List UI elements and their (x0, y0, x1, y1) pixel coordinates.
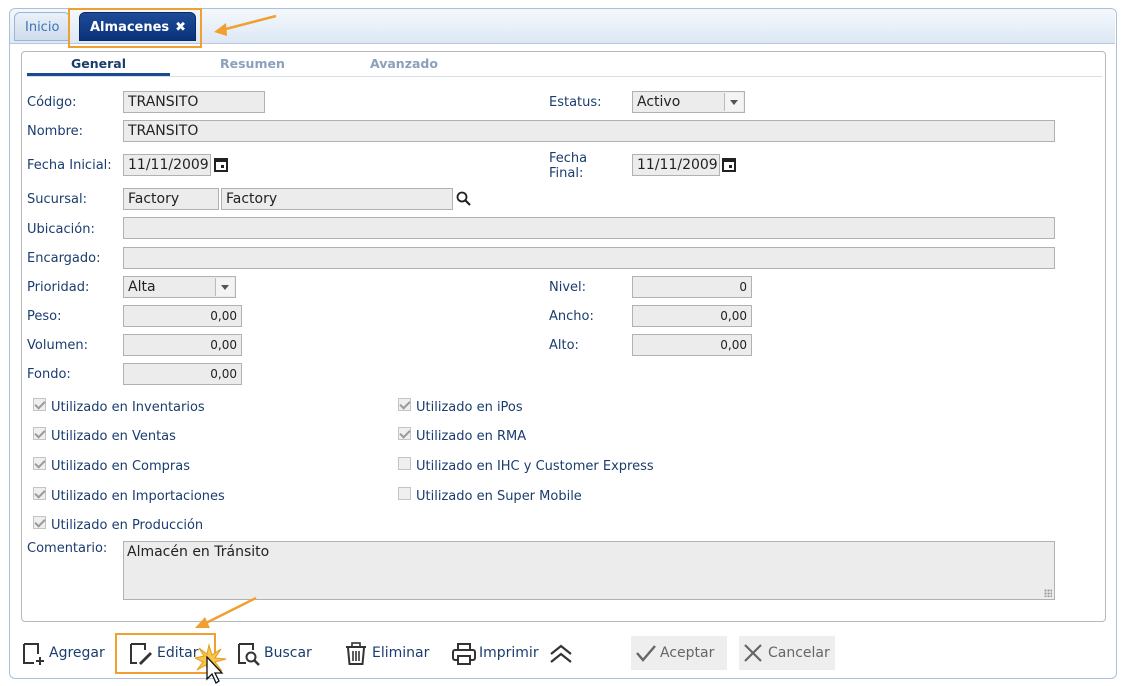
checkbox-ipos-label: Utilizado en iPos (416, 400, 523, 415)
subtab-avanzado[interactable]: Avanzado (370, 56, 438, 71)
search-icon[interactable] (456, 191, 472, 207)
agregar-label: Agregar (49, 645, 105, 661)
fecha-inicial-label: Fecha Inicial: (27, 158, 112, 173)
ubicacion-label: Ubicación: (27, 222, 95, 237)
checkbox-rma-label: Utilizado en RMA (416, 429, 527, 444)
checkbox-ventas-label: Utilizado en Ventas (51, 429, 176, 444)
fecha-final-label-line2: Final: (549, 166, 584, 181)
aceptar-label: Aceptar (660, 645, 715, 661)
fondo-label: Fondo: (27, 367, 71, 382)
subtab-general[interactable]: General (71, 56, 126, 71)
trash-icon (346, 642, 366, 665)
eliminar-label: Eliminar (372, 645, 430, 661)
nombre-field[interactable]: TRANSITO (123, 120, 1055, 142)
peso-field[interactable]: 0,00 (123, 305, 242, 327)
sucursal-label: Sucursal: (27, 192, 87, 207)
double-chevron-up-icon[interactable] (549, 643, 573, 665)
imprimir-label: Imprimir (479, 645, 539, 661)
checkbox-compras-label: Utilizado en Compras (51, 459, 190, 474)
printer-icon (452, 643, 476, 665)
checkbox-super-mobile[interactable] (398, 487, 411, 500)
imprimir-button[interactable]: Imprimir (452, 636, 542, 670)
subtab-resumen[interactable]: Resumen (220, 56, 285, 71)
encargado-field[interactable] (123, 247, 1055, 269)
checkbox-ihc[interactable] (398, 457, 411, 470)
checkbox-ventas[interactable] (33, 427, 46, 440)
aceptar-button[interactable]: Aceptar (631, 636, 727, 670)
checkbox-importaciones-label: Utilizado en Importaciones (51, 489, 225, 504)
fecha-final-label-line1: Fecha (549, 151, 588, 166)
estatus-value: Activo (637, 94, 681, 110)
subtab-active-indicator (27, 73, 170, 76)
tab-inicio-label: Inicio (25, 20, 60, 35)
fondo-field[interactable]: 0,00 (123, 363, 242, 385)
checkbox-produccion[interactable] (33, 516, 46, 529)
nivel-label: Nivel: (549, 280, 587, 295)
cancelar-label: Cancelar (768, 645, 830, 661)
calendar-icon[interactable] (214, 157, 228, 172)
checkbox-inventarios[interactable] (33, 398, 46, 411)
add-document-icon (23, 643, 44, 665)
chevron-down-icon[interactable] (724, 93, 743, 111)
nombre-label: Nombre: (27, 124, 84, 139)
checkbox-rma[interactable] (398, 427, 411, 440)
agregar-button[interactable]: Agregar (22, 636, 108, 670)
volumen-label: Volumen: (27, 338, 88, 353)
estatus-label: Estatus: (549, 95, 602, 110)
checkbox-ihc-label: Utilizado en IHC y Customer Express (416, 459, 654, 474)
comentario-textarea[interactable]: Almacén en Tránsito (123, 541, 1055, 600)
encargado-label: Encargado: (27, 251, 101, 266)
checkbox-super-mobile-label: Utilizado en Super Mobile (416, 489, 582, 504)
annotation-arrow-icon (195, 596, 257, 628)
ancho-field[interactable]: 0,00 (632, 305, 752, 327)
search-document-icon (238, 643, 260, 666)
annotation-arrow-icon (214, 14, 277, 36)
fecha-final-field[interactable]: 11/11/2009 (632, 154, 720, 176)
checkbox-inventarios-label: Utilizado en Inventarios (51, 400, 205, 415)
comentario-value: Almacén en Tránsito (127, 544, 270, 560)
checkbox-ipos[interactable] (398, 398, 411, 411)
ancho-label: Ancho: (549, 309, 594, 324)
checkbox-compras[interactable] (33, 457, 46, 470)
codigo-label: Código: (27, 95, 77, 110)
sucursal-code-field[interactable]: Factory (123, 188, 219, 210)
click-burst-cursor-icon (195, 643, 227, 684)
eliminar-button[interactable]: Eliminar (345, 636, 431, 670)
ubicacion-field[interactable] (123, 217, 1055, 239)
resize-handle-icon[interactable] (1044, 589, 1052, 597)
comentario-label: Comentario: (27, 541, 108, 556)
buscar-button[interactable]: Buscar (237, 636, 317, 670)
checkbox-produccion-label: Utilizado en Producción (51, 518, 204, 533)
close-icon (744, 644, 762, 662)
checkmark-icon (636, 645, 656, 662)
highlight-box-tab (68, 8, 202, 48)
prioridad-select[interactable]: Alta (123, 276, 236, 298)
buscar-label: Buscar (264, 645, 312, 661)
cancelar-button[interactable]: Cancelar (739, 636, 835, 670)
sucursal-name-field[interactable]: Factory (221, 188, 453, 210)
nivel-field[interactable]: 0 (632, 276, 752, 298)
fecha-inicial-field[interactable]: 11/11/2009 (123, 154, 211, 176)
alto-label: Alto: (549, 338, 579, 353)
volumen-field[interactable]: 0,00 (123, 334, 242, 356)
prioridad-label: Prioridad: (27, 280, 90, 295)
checkbox-importaciones[interactable] (33, 487, 46, 500)
alto-field[interactable]: 0,00 (632, 334, 752, 356)
codigo-field[interactable]: TRANSITO (123, 91, 265, 113)
calendar-icon[interactable] (722, 157, 736, 172)
prioridad-value: Alta (128, 279, 156, 295)
tab-inicio[interactable]: Inicio (14, 12, 70, 41)
subtab-bar: General Resumen Avanzado (27, 56, 1102, 77)
chevron-down-icon[interactable] (215, 278, 234, 296)
estatus-select[interactable]: Activo (632, 91, 745, 113)
peso-label: Peso: (27, 309, 62, 324)
